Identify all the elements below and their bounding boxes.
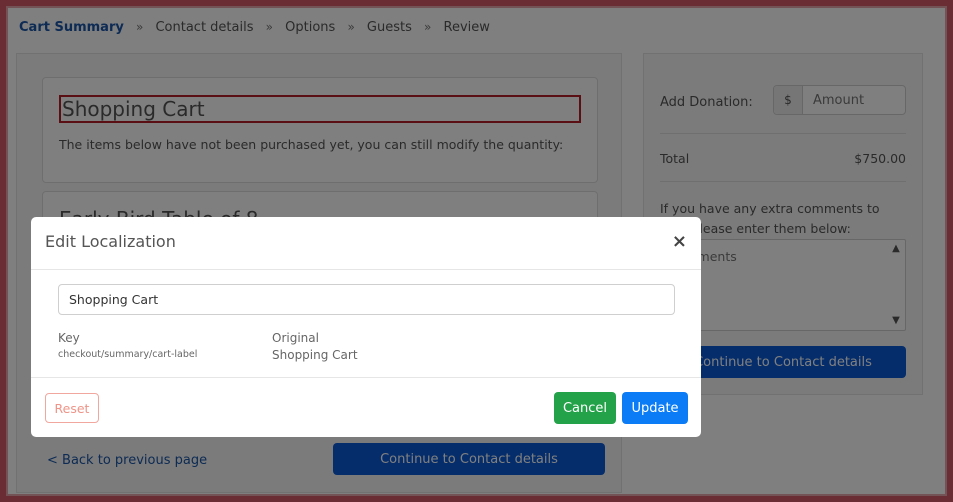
original-value: Shopping Cart [272, 348, 358, 362]
modal-title: Edit Localization [45, 232, 176, 251]
close-icon[interactable]: × [672, 231, 687, 252]
reset-button[interactable]: Reset [45, 393, 99, 423]
key-value: checkout/summary/cart-label [58, 349, 198, 360]
cancel-button[interactable]: Cancel [554, 392, 616, 424]
localization-input[interactable] [58, 284, 675, 315]
key-label: Key [58, 331, 80, 345]
modal-footer-divider [31, 377, 701, 378]
modal-header-divider [31, 269, 701, 270]
original-label: Original [272, 331, 319, 345]
edit-localization-modal: Edit Localization × Key checkout/summary… [31, 217, 701, 437]
update-button[interactable]: Update [622, 392, 688, 424]
